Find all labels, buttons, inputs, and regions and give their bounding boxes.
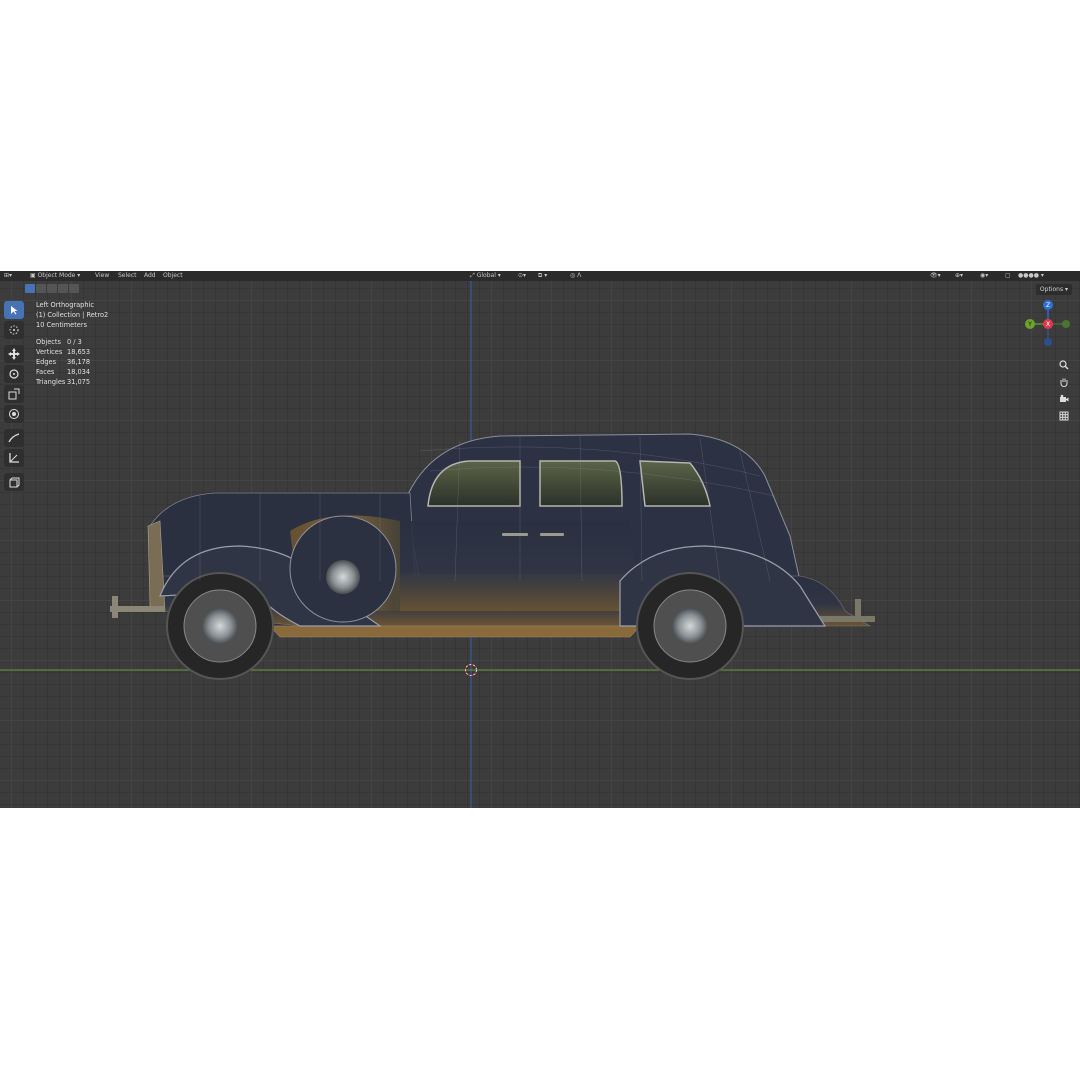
add-cube-icon[interactable] [4,473,24,491]
pan-hand-icon[interactable] [1057,375,1071,389]
stat-triangles: Triangles 31,075 [36,378,91,387]
menu-object[interactable]: Object [163,272,183,279]
front-wheel [166,572,274,680]
stat-faces: Faces 18,034 [36,368,91,377]
gizmo-y-label: Y [1027,321,1032,328]
gizmo-toggle-icon[interactable]: ⊕▾ [955,272,963,279]
grid-view-icon[interactable] [1057,409,1071,423]
gizmo-z-label: Z [1046,302,1050,309]
viewport-header: ⊞▾ ▣ Object Mode ▾ View Select Add Objec… [0,271,1080,281]
editor-type-icon[interactable]: ⊞▾ [4,272,12,279]
xray-icon[interactable]: ▢ [1005,272,1011,279]
pivot-icon[interactable]: ⊙▾ [518,272,526,279]
scene-canvas: Z Y X [0,281,1080,808]
transform-icon[interactable] [4,405,24,423]
proportional-edit-icon[interactable]: ◎ Λ [570,272,581,279]
move-icon[interactable] [4,345,24,363]
rotate-icon[interactable] [4,365,24,383]
navigation-gizmo: Z Y X [1025,300,1070,346]
options-dropdown[interactable]: Options ▾ [1035,284,1072,295]
rear-wheel [636,572,744,680]
grid-scale: 10 Centimeters [36,321,88,330]
measure-icon[interactable] [4,449,24,467]
3d-viewport[interactable]: Z Y X Left Orthographic (1) Collection |… [0,281,1080,808]
transform-orientation[interactable]: ⤢ Global ▾ [470,272,501,280]
visibility-icon[interactable]: 👁▾ [930,272,941,279]
viewport-overlay-info: Left Orthographic (1) Collection | Retro… [36,300,108,388]
menu-add[interactable]: Add [144,272,156,279]
overlay-toggle-icon[interactable]: ◉▾ [980,272,988,279]
stat-objects: Objects 0 / 3 [36,337,82,346]
camera-icon[interactable] [1057,392,1071,406]
menu-select[interactable]: Select [118,272,137,279]
menu-view[interactable]: View [95,272,109,279]
collection-label: (1) Collection | Retro2 [36,311,109,320]
select-box-icon[interactable] [4,301,24,319]
shading-modes-icon[interactable]: ●●●● ▾ [1018,272,1044,279]
stat-edges: Edges 36,178 [36,358,91,367]
gizmo-x-label: X [1046,321,1050,328]
zoom-icon[interactable] [1057,358,1071,372]
scale-icon[interactable] [4,385,24,403]
tool-shelf [4,301,26,493]
annotate-icon[interactable] [4,429,24,447]
stat-vertices: Vertices 18,653 [36,347,91,356]
snap-icon[interactable]: ⧉ ▾ [538,272,547,280]
blender-window: ⊞▾ ▣ Object Mode ▾ View Select Add Objec… [0,271,1080,808]
view-name: Left Orthographic [36,301,94,309]
retro-car-model [110,433,875,680]
mode-selector[interactable]: ▣ Object Mode ▾ [30,272,80,279]
cursor-icon[interactable] [4,321,24,339]
mode-label: Object Mode [37,272,76,279]
